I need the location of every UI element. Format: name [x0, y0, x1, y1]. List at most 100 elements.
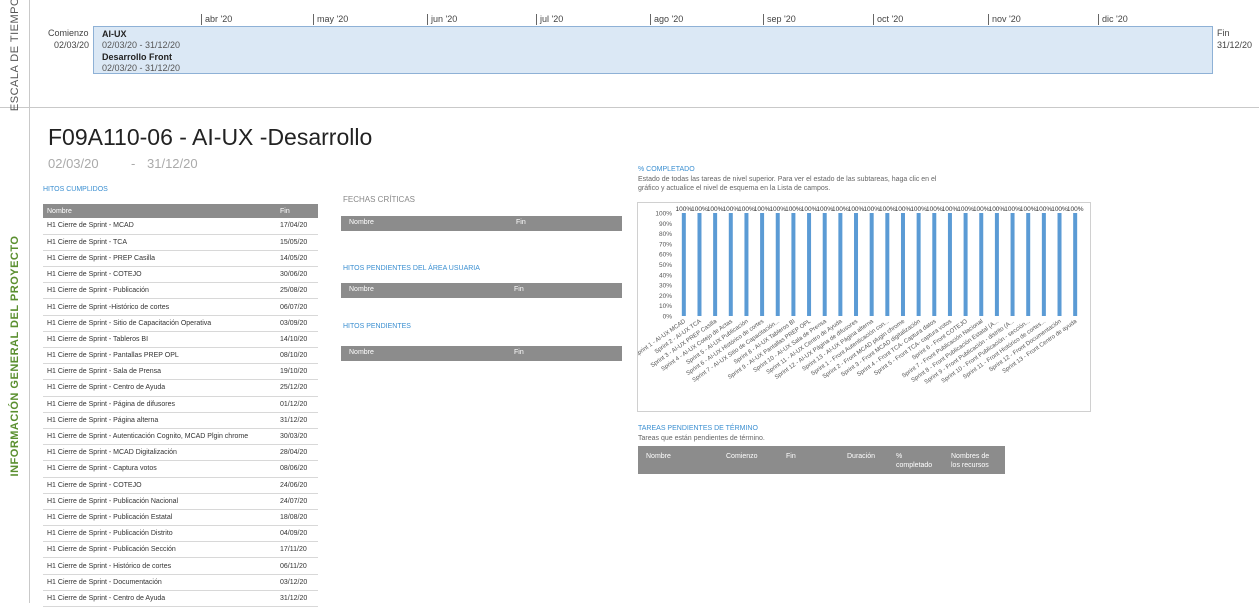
table-row[interactable]: H1 Cierre de Sprint - Histórico de corte…	[43, 557, 318, 575]
chart-bar[interactable]	[885, 213, 890, 316]
timeline-section: ESCALA DE TIEMPO Comienzo 02/03/20 Fin 3…	[0, 0, 1259, 111]
hito-fin: 18/08/20	[276, 509, 318, 527]
table-row[interactable]: H1 Cierre de Sprint - Publicación 25/08/2…	[43, 282, 318, 300]
table-row[interactable]: H1 Cierre de Sprint -Histórico de cortes…	[43, 298, 318, 316]
col-header-fin: Fin	[276, 204, 318, 218]
table-row[interactable]: H1 Cierre de Sprint - Centro de Ayuda 31/…	[43, 590, 318, 607]
project-start-date: 02/03/20	[48, 156, 99, 171]
data-label: 100%	[722, 206, 739, 213]
y-tick-label: 10%	[659, 303, 672, 310]
hito-name: H1 Cierre de Sprint - Publicación Nacion…	[43, 493, 276, 510]
project-info-side-label: INFORMACIÓN GENERAL DEL PROYECTO	[0, 108, 30, 603]
timeline-end-label: Fin	[1217, 28, 1230, 38]
date-separator: -	[131, 156, 136, 171]
table-row[interactable]: H1 Cierre de Sprint - Publicación Secció…	[43, 541, 318, 559]
chart-bar[interactable]	[916, 213, 921, 316]
hito-name: H1 Cierre de Sprint - Pantallas PREP OPL	[43, 347, 276, 365]
y-tick-label: 80%	[659, 231, 672, 238]
timeline-side-label: ESCALA DE TIEMPO	[0, 0, 30, 111]
chart-bar[interactable]	[791, 213, 796, 316]
hito-fin: 15/05/20	[276, 234, 318, 251]
tareas-header: Nombre Comienzo Fin Duración % completad…	[638, 446, 1005, 474]
table-row[interactable]: H1 Cierre de Sprint - PREP Casilla 14/05/…	[43, 250, 318, 268]
hito-name: H1 Cierre de Sprint - Centro de Ayuda	[43, 590, 276, 607]
chart-bar[interactable]	[1026, 213, 1031, 316]
table-row[interactable]: H1 Cierre de Sprint - Captura votos 08/06…	[43, 460, 318, 478]
data-label: 100%	[910, 206, 927, 213]
page-title: F09A110-06 - AI-UX -Desarrollo	[48, 124, 373, 150]
hito-name: H1 Cierre de Sprint - Publicación Estata…	[43, 509, 276, 527]
table-row[interactable]: H1 Cierre de Sprint - MCAD 17/04/20	[43, 218, 318, 235]
table-row[interactable]: H1 Cierre de Sprint - Documentación 03/12…	[43, 574, 318, 591]
table-row[interactable]: H1 Cierre de Sprint - TCA 15/05/20	[43, 234, 318, 251]
hito-fin: 06/07/20	[276, 298, 318, 316]
month-label: sep '20	[763, 14, 796, 25]
table-row[interactable]: H1 Cierre de Sprint - Página de difusore…	[43, 396, 318, 413]
table-row[interactable]: H1 Cierre de Sprint - Autenticación Cogn…	[43, 428, 318, 446]
chart-bar[interactable]	[994, 213, 999, 316]
table-row[interactable]: H1 Cierre de Sprint - Centro de Ayuda 25/…	[43, 379, 318, 397]
chart-bar[interactable]	[807, 213, 812, 316]
y-tick-label: 50%	[659, 262, 672, 269]
chart-bar[interactable]	[1073, 213, 1078, 316]
table-row[interactable]: H1 Cierre de Sprint - MCAD Digitalizació…	[43, 444, 318, 462]
data-label: 100%	[989, 206, 1006, 213]
hito-fin: 04/09/20	[276, 525, 318, 543]
hito-name: H1 Cierre de Sprint - Publicación Secció…	[43, 541, 276, 559]
chart-bar[interactable]	[1057, 213, 1062, 316]
hito-fin: 30/03/20	[276, 428, 318, 446]
chart-bar[interactable]	[947, 213, 952, 316]
table-row[interactable]: H1 Cierre de Sprint - Tableros BI 14/10/2…	[43, 331, 318, 349]
table-row[interactable]: H1 Cierre de Sprint - Página alterna 31/1…	[43, 412, 318, 429]
hito-fin: 24/06/20	[276, 477, 318, 494]
hito-name: H1 Cierre de Sprint -Histórico de cortes	[43, 298, 276, 316]
chart-bar[interactable]	[854, 213, 859, 316]
month-label: nov '20	[988, 14, 1021, 25]
chart-bar[interactable]	[1010, 213, 1015, 316]
hito-fin: 28/04/20	[276, 444, 318, 462]
table-row[interactable]: H1 Cierre de Sprint - Sitio de Capacitac…	[43, 315, 318, 332]
chart-bar[interactable]	[838, 213, 843, 316]
table-row[interactable]: H1 Cierre de Sprint - Publicación Distri…	[43, 525, 318, 543]
table-header-row: Nombre Fin	[43, 204, 318, 218]
chart-bar[interactable]	[932, 213, 937, 316]
chart-bar[interactable]	[775, 213, 780, 316]
data-label: 100%	[863, 206, 880, 213]
data-label: 100%	[895, 206, 912, 213]
y-tick-label: 100%	[655, 211, 672, 218]
col-header-name: Nombre	[349, 286, 374, 293]
hito-fin: 14/10/20	[276, 331, 318, 349]
table-row[interactable]: H1 Cierre de Sprint - Publicación Nacion…	[43, 493, 318, 510]
hitos-usuaria-title: HITOS PENDIENTES DEL ÁREA USUARIA	[343, 265, 480, 272]
y-tick-label: 90%	[659, 221, 672, 228]
hito-name: H1 Cierre de Sprint - Centro de Ayuda	[43, 379, 276, 397]
chart-bar[interactable]	[822, 213, 827, 316]
data-label: 100%	[816, 206, 833, 213]
tareas-subtitle: Tareas que están pendientes de término.	[638, 435, 765, 442]
hito-fin: 25/12/20	[276, 379, 318, 397]
chart-bar[interactable]	[728, 213, 733, 316]
data-label: 100%	[879, 206, 896, 213]
data-label: 100%	[957, 206, 974, 213]
data-label: 100%	[1004, 206, 1021, 213]
chart-bar[interactable]	[760, 213, 765, 316]
chart-bar[interactable]	[900, 213, 905, 316]
chart-bar[interactable]	[681, 213, 686, 316]
table-row[interactable]: H1 Cierre de Sprint - Pantallas PREP OPL…	[43, 347, 318, 365]
chart-bar[interactable]	[713, 213, 718, 316]
chart-bar[interactable]	[869, 213, 874, 316]
completion-chart[interactable]: 0% 10% 20% 30% 40% 50% 60% 70% 80% 90% 100% 100% Spr…	[637, 202, 1091, 412]
table-row[interactable]: H1 Cierre de Sprint - Publicación Estata…	[43, 509, 318, 527]
table-row[interactable]: H1 Cierre de Sprint - COTEJO 30/06/20	[43, 266, 318, 284]
chart-bar[interactable]	[979, 213, 984, 316]
col-header-pct: %	[896, 453, 903, 460]
chart-bar[interactable]	[1041, 213, 1046, 316]
chart-bar[interactable]	[697, 213, 702, 316]
timeline-bar[interactable]: AI-UX 02/03/20 - 31/12/20 Desarrollo Fro…	[93, 26, 1213, 74]
data-label: 100%	[926, 206, 943, 213]
table-row[interactable]: H1 Cierre de Sprint - COTEJO 24/06/20	[43, 477, 318, 494]
chart-bar[interactable]	[744, 213, 749, 316]
table-row[interactable]: H1 Cierre de Sprint - Sala de Prensa 19/1…	[43, 363, 318, 381]
hito-name: H1 Cierre de Sprint - Sala de Prensa	[43, 363, 276, 381]
chart-bar[interactable]	[963, 213, 968, 316]
